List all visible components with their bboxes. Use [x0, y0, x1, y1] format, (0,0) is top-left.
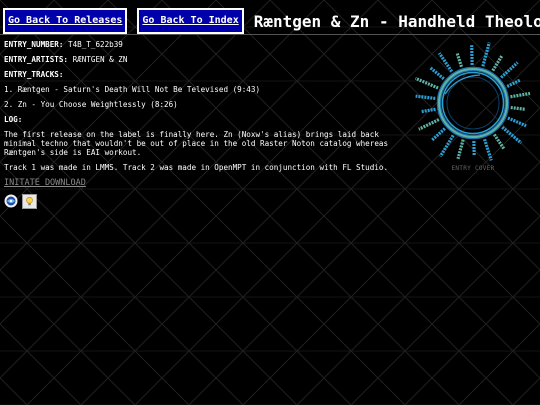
cover-ray — [414, 76, 439, 90]
cover-ray — [455, 52, 463, 68]
entry-number-row: ENTRY_NUMBER: T4B_T_622b39 — [4, 40, 404, 49]
cover-ray — [420, 107, 436, 114]
entry-artists-row: ENTRY_ARTISTS: RÆNTGEN & ZN — [4, 55, 404, 64]
entry-tracks-label: ENTRY_TRACKS: — [4, 70, 64, 79]
log-label: LOG: — [4, 115, 23, 124]
entry-cover-caption: ENTRY COVER — [451, 165, 495, 172]
track-item: 2. Zn - You Choose Weightlessly (8:26) — [4, 100, 178, 109]
cover-ray — [510, 105, 526, 111]
cover-ray — [438, 134, 455, 158]
badge-row — [4, 194, 404, 209]
lightbulb-badge-icon[interactable] — [22, 194, 37, 209]
entry-number-value: T4B_T_622b39 — [68, 40, 123, 49]
header-divider — [0, 34, 540, 35]
entry-artists-value: RÆNTGEN & ZN — [72, 55, 128, 64]
cover-rays — [414, 42, 531, 161]
cover-ray — [481, 42, 491, 67]
log-paragraph: Track 1 was made in LMMS. Track 2 was ma… — [4, 163, 389, 172]
cover-ray — [437, 52, 454, 73]
cover-ray — [456, 139, 465, 160]
initiate-download-link[interactable]: INITATE_DOWNLOAD — [4, 178, 86, 188]
cover-ray — [492, 133, 506, 150]
entry-number-label: ENTRY_NUMBER: — [4, 40, 64, 49]
cover-ray — [429, 66, 445, 81]
track-item: 1. Ræntgen - Saturn's Death Will Not Be … — [4, 85, 261, 94]
cover-ray — [415, 94, 436, 101]
cover-ray — [507, 116, 527, 128]
page-title: Ræntgen & Zn - Handheld Theology — [253, 11, 540, 31]
cover-ray — [501, 125, 523, 145]
cover-ray — [510, 91, 531, 99]
header-bar: Go Back To Releases Go Back To Index Ræn… — [3, 8, 540, 34]
cover-ray — [500, 61, 519, 79]
back-to-releases-button[interactable]: Go Back To Releases — [3, 8, 128, 34]
cover-ray — [491, 54, 504, 72]
cover-ray — [483, 138, 493, 161]
entry-cover-image — [414, 42, 531, 161]
cover-ray — [418, 118, 440, 131]
cover-ray — [430, 127, 446, 142]
back-to-index-button[interactable]: Go Back To Index — [137, 8, 244, 34]
entry-artists-label: ENTRY_ARTISTS: — [4, 55, 69, 64]
cover-ray — [506, 78, 522, 88]
log-paragraph: The first release on the label is finall… — [4, 130, 389, 157]
entry-details: ENTRY_NUMBER: T4B_T_622b39 ENTRY_ARTISTS… — [4, 40, 404, 209]
globe-badge-icon[interactable] — [4, 194, 18, 208]
